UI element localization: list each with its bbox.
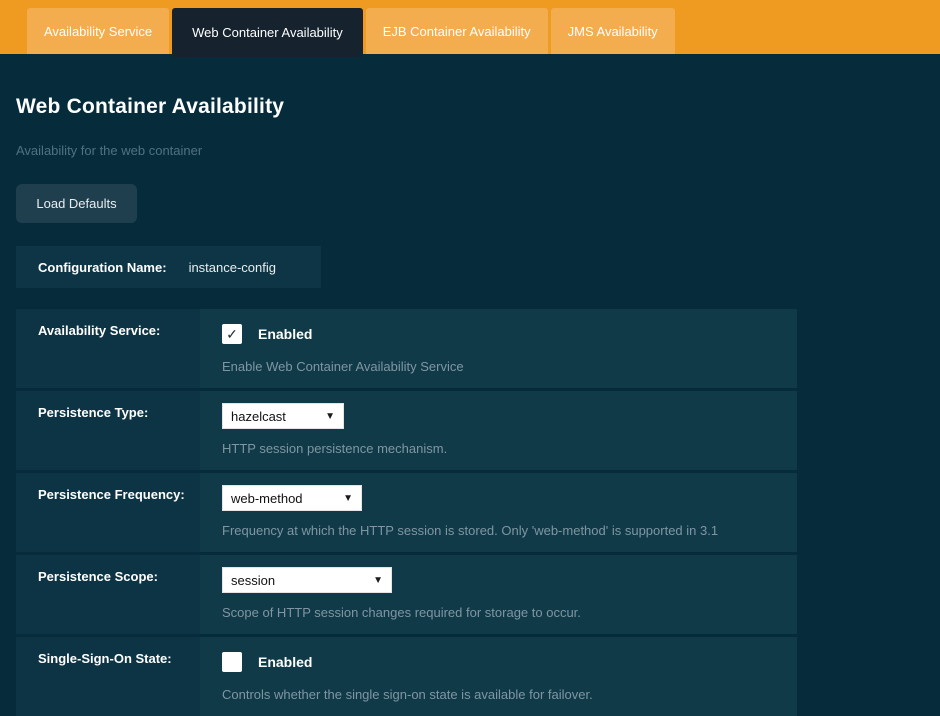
tab-availability-service[interactable]: Availability Service <box>27 8 169 54</box>
form-row-persistence-scope: Persistence Scope: session ▼ Scope of HT… <box>16 555 797 637</box>
chevron-down-icon: ▼ <box>325 411 335 422</box>
configuration-name-label: Configuration Name: <box>38 260 167 275</box>
persistence-scope-select[interactable]: session ▼ <box>222 567 392 593</box>
main-content: Web Container Availability Availability … <box>0 94 940 716</box>
form-row-control: session ▼ <box>222 567 775 593</box>
form-row-help-text: Scope of HTTP session changes required f… <box>222 605 775 621</box>
chevron-down-icon: ▼ <box>343 493 353 504</box>
form-row-label: Availability Service: <box>16 309 200 388</box>
availability-form: Availability Service: ✓ Enabled Enable W… <box>16 309 797 716</box>
form-row-help-text: Frequency at which the HTTP session is s… <box>222 523 775 539</box>
tab-bar: Availability Service Web Container Availa… <box>0 0 940 54</box>
form-row-control: ✓ Enabled <box>222 649 775 675</box>
persistence-frequency-select[interactable]: web-method ▼ <box>222 485 362 511</box>
load-defaults-button[interactable]: Load Defaults <box>16 184 137 223</box>
tab-label: Availability Service <box>44 24 152 39</box>
form-row-control: hazelcast ▼ <box>222 403 775 429</box>
form-row-help-text: HTTP session persistence mechanism. <box>222 441 775 457</box>
form-row-label: Persistence Scope: <box>16 555 200 634</box>
form-row-content: hazelcast ▼ HTTP session persistence mec… <box>200 391 797 470</box>
form-row-label: Persistence Type: <box>16 391 200 470</box>
select-value: hazelcast <box>231 409 286 424</box>
checkbox-check-icon: ✓ <box>226 327 238 341</box>
checkbox-label: Enabled <box>258 654 312 670</box>
checkbox-label: Enabled <box>258 326 312 342</box>
tab-label: EJB Container Availability <box>383 24 531 39</box>
form-row-persistence-type: Persistence Type: hazelcast ▼ HTTP sessi… <box>16 391 797 473</box>
configuration-name-panel: Configuration Name: instance-config <box>16 246 321 288</box>
select-value: web-method <box>231 491 303 506</box>
page-title: Web Container Availability <box>16 94 924 119</box>
chevron-down-icon: ▼ <box>373 575 383 586</box>
availability-service-checkbox[interactable]: ✓ <box>222 324 242 344</box>
tab-label: JMS Availability <box>568 24 658 39</box>
form-row-availability-service: Availability Service: ✓ Enabled Enable W… <box>16 309 797 391</box>
tab-ejb-container-availability[interactable]: EJB Container Availability <box>366 8 548 54</box>
tab-jms-availability[interactable]: JMS Availability <box>551 8 675 54</box>
form-row-help-text: Enable Web Container Availability Servic… <box>222 359 775 375</box>
form-row-control: ✓ Enabled <box>222 321 775 347</box>
persistence-type-select[interactable]: hazelcast ▼ <box>222 403 344 429</box>
form-row-content: session ▼ Scope of HTTP session changes … <box>200 555 797 634</box>
tab-web-container-availability[interactable]: Web Container Availability <box>172 8 363 57</box>
form-row-label: Single-Sign-On State: <box>16 637 200 716</box>
form-row-help-text: Controls whether the single sign-on stat… <box>222 687 775 703</box>
form-row-content: ✓ Enabled Enable Web Container Availabil… <box>200 309 797 388</box>
form-row-single-sign-on-state: Single-Sign-On State: ✓ Enabled Controls… <box>16 637 797 716</box>
form-row-persistence-frequency: Persistence Frequency: web-method ▼ Freq… <box>16 473 797 555</box>
select-value: session <box>231 573 275 588</box>
form-row-control: web-method ▼ <box>222 485 775 511</box>
page-subtitle: Availability for the web container <box>16 143 924 159</box>
single-sign-on-state-checkbox[interactable]: ✓ <box>222 652 242 672</box>
form-row-label: Persistence Frequency: <box>16 473 200 552</box>
form-row-content: web-method ▼ Frequency at which the HTTP… <box>200 473 797 552</box>
configuration-name-value: instance-config <box>189 260 276 275</box>
tab-label: Web Container Availability <box>192 25 343 40</box>
form-row-content: ✓ Enabled Controls whether the single si… <box>200 637 797 716</box>
